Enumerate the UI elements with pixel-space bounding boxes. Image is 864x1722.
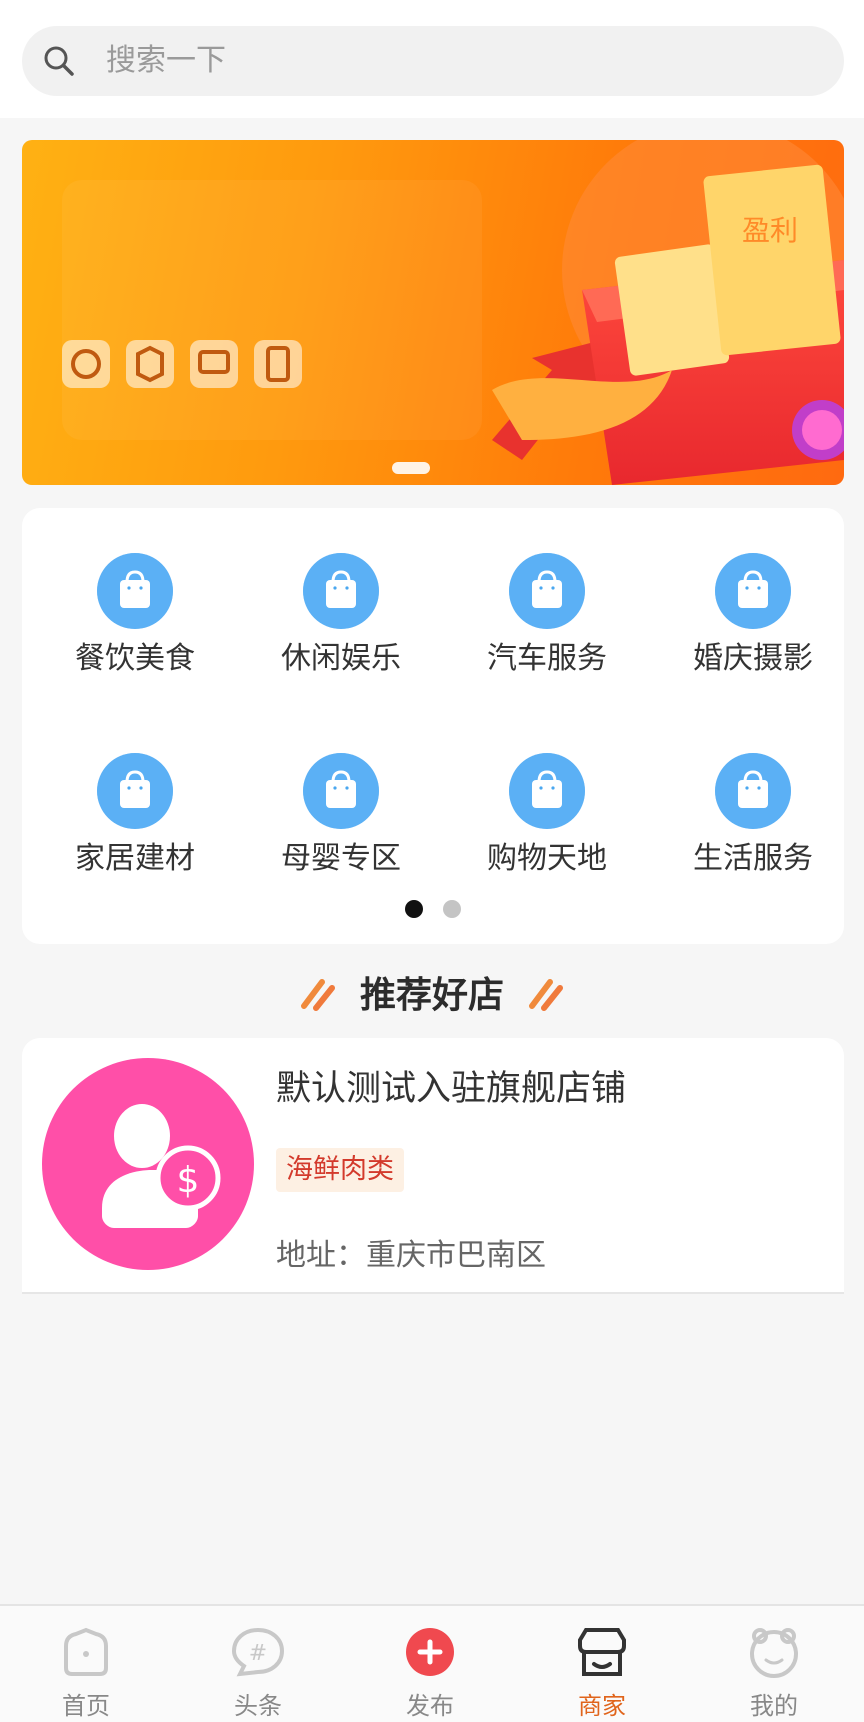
category-label: 母婴专区 [281,841,401,876]
category-label: 婚庆摄影 [693,641,813,676]
banner-art-text: 盈利 [742,214,798,247]
tab-label: 我的 [750,1692,798,1720]
shop-name: 默认测试入驻旗舰店铺 [276,1069,627,1109]
slash-decoration-icon [300,979,335,1011]
storefront-icon [578,1628,626,1676]
banner-indicator [392,462,430,474]
shop-category-tag: 海鲜肉类 [276,1148,404,1192]
category-label: 家居建材 [75,841,195,876]
tab-merchants[interactable]: 商家 [516,1606,688,1722]
bottom-tabbar: 首页 # 头条 发布 商家 我的 [0,1604,864,1722]
category-item[interactable]: 母婴专区 [256,748,426,880]
shop-logo: $ [42,1058,254,1270]
home-icon [64,1627,108,1676]
category-label: 汽车服务 [487,641,607,676]
tab-label: 发布 [406,1692,454,1720]
tab-publish[interactable]: 发布 [344,1606,516,1722]
shopping-bag-icon [303,753,379,829]
shopping-bag-icon [509,753,585,829]
top-bar: 搜索一下 [0,0,864,118]
category-item[interactable]: 婚庆摄影 [668,548,838,680]
category-label: 生活服务 [693,841,813,876]
search-input[interactable]: 搜索一下 [22,26,844,96]
pager-dot [443,900,461,918]
tab-label: 头条 [234,1692,282,1720]
tab-label: 商家 [578,1692,626,1720]
recommend-header: 推荐好店 [0,962,864,1022]
tab-home[interactable]: 首页 [0,1606,172,1722]
category-item[interactable]: 生活服务 [668,748,838,880]
category-item[interactable]: 购物天地 [462,748,632,880]
shopping-bag-icon [97,753,173,829]
tab-profile[interactable]: 我的 [688,1606,860,1722]
hashtag-chat-icon: # [231,1627,285,1677]
search-placeholder: 搜索一下 [106,43,226,78]
shopping-bag-icon [715,753,791,829]
promo-banner[interactable]: 盈利 [22,140,844,485]
pager-dot-active [405,900,423,918]
profile-face-icon [750,1628,798,1678]
category-item[interactable]: 休闲娱乐 [256,548,426,680]
plus-circle-icon [406,1628,454,1676]
shop-address: 地址：重庆市巴南区 [276,1238,546,1273]
slash-decoration-icon [529,979,563,1011]
svg-text:#: # [249,1641,267,1666]
svg-text:$: $ [177,1160,200,1201]
shopping-bag-icon [509,553,585,629]
category-item[interactable]: 汽车服务 [462,548,632,680]
shop-card[interactable]: $ 默认测试入驻旗舰店铺 海鲜肉类 地址：重庆市巴南区 [22,1038,844,1294]
tab-headlines[interactable]: # 头条 [172,1606,344,1722]
category-label: 购物天地 [487,841,607,876]
shopping-bag-icon [97,553,173,629]
tab-label: 首页 [62,1692,110,1720]
category-grid: 餐饮美食 休闲娱乐 汽车服务 婚庆摄影家居建材 母婴专区 购物天地 生活服务 [22,508,844,944]
category-item[interactable]: 餐饮美食 [50,548,220,680]
category-label: 休闲娱乐 [281,641,401,676]
category-item[interactable]: 家居建材 [50,748,220,880]
section-title: 推荐好店 [359,975,504,1016]
banner-illustration: 盈利 [62,140,844,485]
shopping-bag-icon [303,553,379,629]
category-label: 餐饮美食 [75,641,195,676]
search-icon [44,46,74,76]
shopping-bag-icon [715,553,791,629]
